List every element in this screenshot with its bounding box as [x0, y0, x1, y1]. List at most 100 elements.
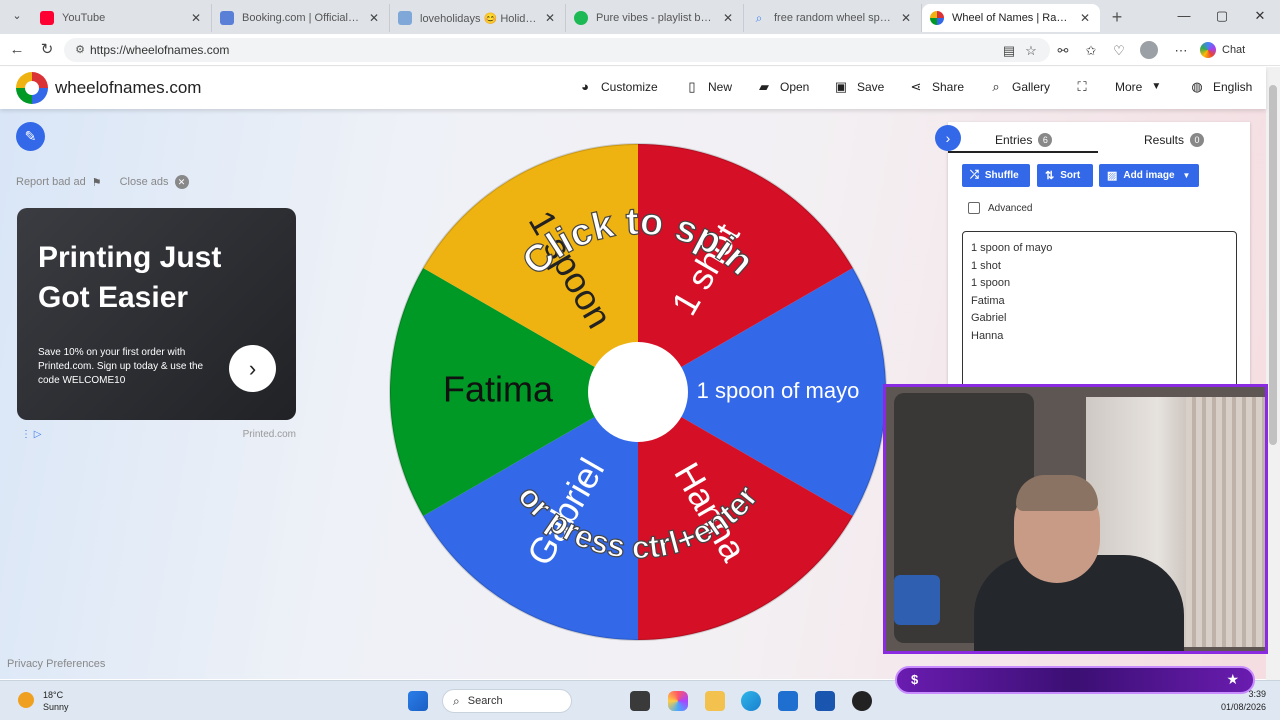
sun-icon[interactable] — [18, 692, 34, 708]
browser-tab-spotify[interactable]: Pure vibes - playlist by Zany | ✕ — [566, 4, 744, 32]
address-bar: ← ↻ ⚙ https://wheelofnames.com ▤ ☆ ⚯ ✩ ♡… — [0, 34, 1280, 66]
stream-overlay-bar: $ ★ — [895, 666, 1255, 694]
close-icon[interactable]: ✕ — [899, 11, 913, 25]
site-info-icon[interactable]: ⚙ — [72, 42, 88, 58]
extensions-icon[interactable]: ⚯ — [1054, 42, 1072, 60]
edit-pencil-button[interactable]: ✎ — [16, 122, 45, 151]
close-icon[interactable]: ✕ — [189, 11, 203, 25]
temperature: 18°C — [43, 690, 64, 700]
entries-panel: Entries 6 Results 0 ⤮ Shuffle ⇅ Sort ▨ A… — [948, 122, 1250, 392]
copilot-icon — [1200, 42, 1216, 58]
chevron-down-icon: ▼ — [1151, 81, 1162, 92]
reader-view-icon[interactable]: ▤ — [1000, 42, 1018, 60]
browser-essentials-icon[interactable]: ♡ — [1110, 42, 1128, 60]
url-field[interactable]: ⚙ https://wheelofnames.com — [64, 38, 1050, 62]
task-view-icon[interactable] — [630, 691, 650, 711]
back-icon[interactable]: ← — [8, 41, 26, 59]
chevron-right-icon[interactable]: › — [229, 345, 276, 392]
tab-results[interactable]: Results 0 — [1144, 129, 1205, 151]
wheel-center[interactable] — [588, 342, 688, 442]
scrollbar-thumb[interactable] — [1269, 85, 1277, 445]
close-icon[interactable]: ✕ — [367, 11, 381, 25]
language-button[interactable]: ◍ English — [1189, 79, 1252, 95]
image-icon: ▨ — [1107, 170, 1118, 182]
sort-button[interactable]: ⇅ Sort — [1037, 164, 1093, 187]
add-image-label: Add image — [1123, 170, 1175, 181]
results-count-badge: 0 — [1190, 133, 1205, 147]
close-icon[interactable]: ✕ — [174, 175, 189, 189]
ad-banner[interactable]: Printing Just Got Easier Save 10% on you… — [17, 208, 296, 420]
webcam-can — [894, 575, 940, 625]
minimize-icon[interactable]: — — [1174, 8, 1194, 23]
more-menu-icon[interactable]: ⋯ — [1172, 42, 1190, 60]
hide-panel-chevron-icon[interactable]: › — [935, 125, 961, 151]
close-window-icon[interactable]: ✕ — [1250, 8, 1270, 24]
advanced-option[interactable]: Advanced — [968, 202, 1032, 214]
taskbar-search[interactable]: ⌕ Search — [442, 689, 572, 713]
copilot-app-icon[interactable] — [668, 691, 688, 711]
wheel-svg[interactable]: 1 spoon of mayoHannaGabrielFatima1 spoon… — [388, 142, 888, 642]
close-icon[interactable]: ✕ — [1078, 11, 1092, 25]
store-icon[interactable] — [778, 691, 798, 711]
windows-start-icon[interactable] — [408, 691, 428, 711]
dollar-icon: $ — [911, 672, 919, 687]
spotify-icon — [574, 11, 588, 25]
new-button[interactable]: ▯ New — [684, 79, 732, 95]
wheel[interactable]: 1 spoon of mayo Hanna Gabriel Fatima 1 spoon… — [388, 142, 888, 642]
close-ads-link[interactable]: Close ads — [120, 176, 169, 188]
open-button[interactable]: ▰ Open — [756, 79, 809, 95]
search-icon: ⌕ — [453, 693, 460, 708]
save-button[interactable]: ▣ Save — [833, 79, 885, 95]
close-icon[interactable]: ✕ — [721, 11, 735, 25]
bookmark-star-icon[interactable]: ☆ — [1022, 42, 1040, 60]
privacy-preferences-link[interactable]: Privacy Preferences — [7, 658, 105, 670]
more-button[interactable]: More ▼ — [1115, 79, 1164, 95]
close-icon[interactable]: ✕ — [543, 11, 557, 25]
advanced-checkbox[interactable] — [968, 202, 980, 214]
youtube-icon — [40, 11, 54, 25]
weather-widget[interactable]: 18°C Sunny — [43, 689, 69, 713]
file-explorer-icon[interactable] — [705, 691, 725, 711]
edge-browser-icon[interactable] — [741, 691, 761, 711]
entries-count-badge: 6 — [1038, 133, 1053, 147]
browser-tab-loveholidays[interactable]: loveholidays 😊 Holidays 20 ✕ — [390, 4, 566, 32]
site-name[interactable]: wheelofnames.com — [55, 78, 201, 98]
nav-label: Share — [932, 80, 965, 94]
browser-tab-strip: ⌄ YouTube ✕ Booking.com | Official site … — [0, 0, 1280, 34]
gallery-button[interactable]: ⌕ Gallery — [988, 79, 1050, 95]
browser-tab-wheelofnames[interactable]: Wheel of Names | Random na ✕ — [922, 4, 1100, 32]
page-scrollbar[interactable] — [1266, 67, 1280, 680]
copilot-chat-button[interactable]: Chat — [1200, 40, 1245, 60]
share-button[interactable]: ⋖ Share — [908, 79, 964, 95]
app-icon[interactable] — [852, 691, 872, 711]
shuffle-button[interactable]: ⤮ Shuffle — [962, 164, 1030, 187]
search-icon: ⌕ — [755, 11, 763, 25]
tab-search-icon[interactable]: ⌄ — [8, 9, 26, 25]
browser-tab-youtube[interactable]: YouTube ✕ — [32, 4, 212, 32]
add-image-button[interactable]: ▨ Add image ▼ — [1099, 164, 1199, 187]
profile-avatar[interactable] — [1140, 41, 1158, 59]
browser-tab-search[interactable]: ⌕ free random wheel spinner - ✕ — [744, 4, 922, 32]
url-text: https://wheelofnames.com — [90, 43, 230, 57]
fullscreen-button[interactable]: ⛶ — [1074, 79, 1098, 95]
entry-line: 1 spoon of mayo — [971, 242, 1053, 254]
maximize-icon[interactable]: ▢ — [1212, 8, 1232, 24]
outlook-icon[interactable] — [815, 691, 835, 711]
new-tab-icon[interactable]: + — [1108, 8, 1126, 26]
site-logo[interactable] — [16, 72, 48, 104]
reload-icon[interactable]: ↻ — [38, 41, 56, 59]
nav-label: Open — [780, 80, 810, 94]
shuffle-icon: ⤮ — [970, 169, 979, 181]
favorites-icon[interactable]: ✩ — [1082, 42, 1100, 60]
ad-advertiser[interactable]: Printed.com — [243, 429, 296, 440]
entry-line: Fatima — [971, 294, 1005, 307]
tab-entries[interactable]: Entries 6 — [995, 129, 1053, 151]
clock-date: 01/08/2026 — [1220, 702, 1266, 712]
entries-textarea[interactable]: 1 spoon of mayo 1 shot 1 spoon Fatima Ga… — [962, 231, 1237, 391]
browser-tab-booking[interactable]: Booking.com | Official site | T ✕ — [212, 4, 390, 32]
report-ad-link[interactable]: Report bad ad — [16, 176, 86, 188]
nav-label: Gallery — [1012, 80, 1051, 94]
customize-button[interactable]: ◕ Customize — [577, 79, 658, 95]
flag-icon[interactable]: ⚑ — [92, 176, 102, 189]
adchoices-icon[interactable]: ⋮ ▷ — [21, 429, 41, 440]
